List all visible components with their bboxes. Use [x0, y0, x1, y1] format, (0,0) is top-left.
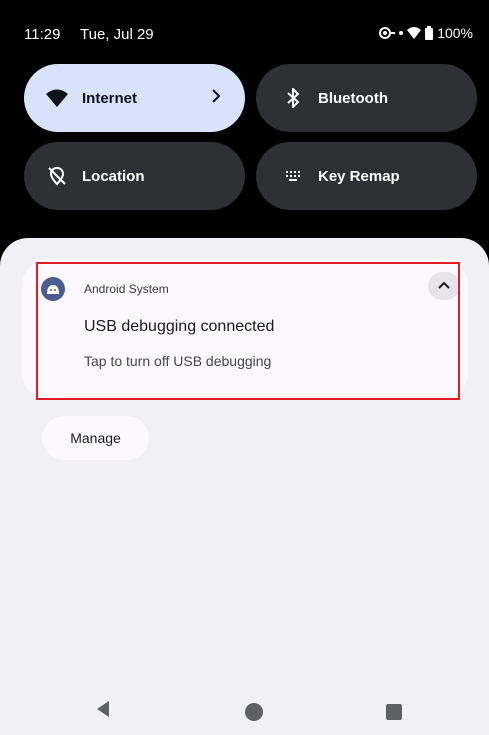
- manage-button[interactable]: Manage: [42, 416, 149, 460]
- chevron-right-icon: [211, 88, 221, 108]
- notification-app-name: Android System: [84, 282, 169, 296]
- expand-notification-button[interactable]: [428, 272, 460, 300]
- recents-icon[interactable]: [386, 704, 402, 720]
- bluetooth-icon: [282, 87, 304, 109]
- dot-icon: [399, 31, 404, 35]
- status-bar: 11:29 Tue, Jul 29 100%: [0, 0, 489, 60]
- android-system-icon: [41, 277, 65, 301]
- back-icon[interactable]: [96, 700, 110, 723]
- tile-bluetooth[interactable]: Bluetooth: [256, 64, 477, 132]
- tile-internet-label: Internet: [82, 89, 138, 107]
- notification-title: USB debugging connected: [84, 318, 275, 335]
- wifi-icon: [407, 27, 422, 39]
- data-saver-icon: [379, 27, 396, 39]
- tile-internet[interactable]: Internet: [24, 64, 245, 132]
- screen: 11:29 Tue, Jul 29 100% Internet Bluetoot…: [0, 0, 489, 735]
- status-date: Tue, Jul 29: [80, 26, 154, 43]
- tile-key-remap-label: Key Remap: [318, 167, 400, 185]
- tile-bluetooth-label: Bluetooth: [318, 89, 388, 107]
- status-icons: 100%: [379, 25, 473, 41]
- battery-icon: [425, 26, 434, 40]
- tile-location-label: Location: [82, 167, 145, 185]
- location-off-icon: [46, 165, 68, 187]
- wifi-icon: [46, 87, 68, 109]
- tile-key-remap[interactable]: Key Remap: [256, 142, 477, 210]
- chevron-up-icon: [437, 277, 451, 295]
- notification-text: Tap to turn off USB debugging: [84, 353, 272, 369]
- battery-percentage: 100%: [437, 25, 473, 41]
- status-time: 11:29: [24, 26, 61, 43]
- home-icon[interactable]: [245, 703, 263, 721]
- tile-location[interactable]: Location: [24, 142, 245, 210]
- keyboard-icon: [282, 165, 304, 187]
